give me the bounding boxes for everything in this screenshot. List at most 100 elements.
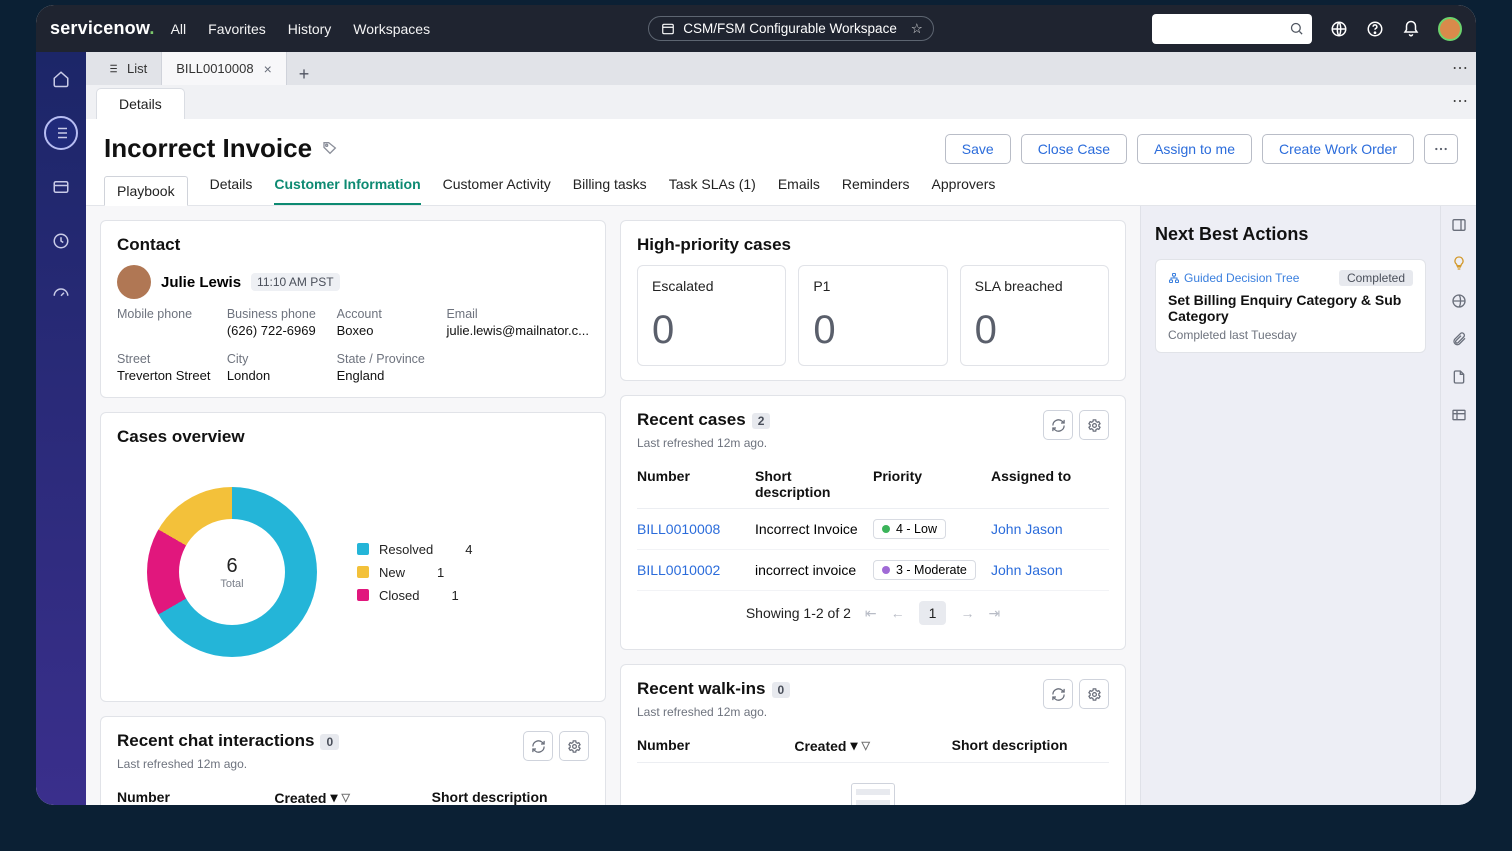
- help-icon[interactable]: [1366, 20, 1384, 38]
- filter-icon: ▽: [342, 791, 350, 804]
- chat-refreshed: Last refreshed 12m ago.: [117, 757, 589, 771]
- tab-task-slas[interactable]: Task SLAs (1): [669, 176, 756, 205]
- walkins-col-sd[interactable]: Short description: [952, 737, 1109, 754]
- scroll-area[interactable]: Contact Julie Lewis 11:10 AM PST Mobile …: [86, 206, 1140, 805]
- rail-panel-icon[interactable]: [1451, 216, 1467, 234]
- walkins-count-badge: 0: [772, 682, 791, 698]
- pager-next-icon[interactable]: →: [960, 605, 974, 621]
- walkins-title: Recent walk-ins0: [637, 679, 790, 699]
- val-state: England: [337, 368, 437, 383]
- rail-inbox-icon[interactable]: [44, 170, 78, 204]
- priority-badge: 3 - Moderate: [873, 560, 976, 580]
- rail-document-icon[interactable]: [1451, 368, 1467, 386]
- globe-icon[interactable]: [1330, 20, 1348, 38]
- legend-resolved: Resolved: [379, 542, 433, 557]
- tag-icon[interactable]: [322, 140, 338, 158]
- tab-record[interactable]: BILL0010008 ×: [162, 52, 287, 85]
- col-number[interactable]: Number: [637, 468, 755, 500]
- tab-customer-information[interactable]: Customer Information: [274, 176, 420, 205]
- rail-attachment-icon[interactable]: [1451, 330, 1467, 348]
- rail-bulb-icon[interactable]: [1451, 254, 1467, 272]
- col-priority[interactable]: Priority: [873, 468, 991, 500]
- close-case-button[interactable]: Close Case: [1021, 134, 1127, 164]
- chevron-down-icon: ▾: [850, 737, 857, 754]
- walkins-refresh-button[interactable]: [1043, 679, 1073, 709]
- tab-emails[interactable]: Emails: [778, 176, 820, 205]
- add-tab-button[interactable]: +: [287, 64, 322, 85]
- rail-home-icon[interactable]: [44, 62, 78, 96]
- nba-card-meta: Completed last Tuesday: [1168, 328, 1413, 342]
- contact-name: Julie Lewis: [161, 274, 241, 291]
- lbl-state: State / Province: [337, 352, 437, 366]
- walkins-empty: No records to display: [637, 763, 1109, 805]
- case-link[interactable]: BILL0010002: [637, 562, 755, 578]
- tab-reminders[interactable]: Reminders: [842, 176, 910, 205]
- tabs-overflow-icon[interactable]: ⋯: [1452, 58, 1468, 78]
- chat-refresh-button[interactable]: [523, 731, 553, 761]
- rail-list-icon[interactable]: [44, 116, 78, 150]
- create-work-order-button[interactable]: Create Work Order: [1262, 134, 1414, 164]
- rail-globe-icon[interactable]: [1451, 292, 1467, 310]
- case-link[interactable]: BILL0010008: [637, 521, 755, 537]
- tab-playbook[interactable]: Playbook: [104, 176, 188, 206]
- walkins-settings-button[interactable]: [1079, 679, 1109, 709]
- next-best-actions-panel: Next Best Actions Guided Decision Tree C…: [1140, 206, 1440, 805]
- nav-workspaces[interactable]: Workspaces: [353, 21, 430, 37]
- table-row[interactable]: BILL0010002 incorrect invoice 3 - Modera…: [637, 550, 1109, 591]
- lbl-account: Account: [337, 307, 437, 321]
- tab-customer-activity[interactable]: Customer Activity: [443, 176, 551, 205]
- legend-closed-val: 1: [451, 588, 458, 603]
- chat-col-created[interactable]: Created ▾ ▽: [274, 789, 431, 805]
- val-account: Boxeo: [337, 323, 437, 338]
- nba-card[interactable]: Guided Decision Tree Completed Set Billi…: [1155, 259, 1426, 353]
- recent-refresh-button[interactable]: [1043, 410, 1073, 440]
- donut-chart: 6 Total: [147, 487, 317, 657]
- nav-favorites[interactable]: Favorites: [208, 21, 266, 37]
- rail-gauge-icon[interactable]: [44, 278, 78, 312]
- subtab-details[interactable]: Details: [96, 88, 185, 119]
- tab-approvers[interactable]: Approvers: [932, 176, 996, 205]
- subtabs-overflow-icon[interactable]: ⋯: [1452, 91, 1468, 111]
- stat-p1: P10: [798, 265, 947, 366]
- global-search[interactable]: [1152, 14, 1312, 44]
- more-actions-button[interactable]: [1424, 134, 1458, 164]
- chat-settings-button[interactable]: [559, 731, 589, 761]
- pager-prev-icon[interactable]: ←: [891, 605, 905, 621]
- contact-card: Contact Julie Lewis 11:10 AM PST Mobile …: [100, 220, 606, 398]
- table-row[interactable]: BILL0010008 Incorrect Invoice 4 - Low Jo…: [637, 509, 1109, 550]
- star-icon[interactable]: ☆: [911, 21, 923, 37]
- chat-col-number[interactable]: Number: [117, 789, 274, 805]
- nav-history[interactable]: History: [288, 21, 332, 37]
- recent-count-badge: 2: [752, 413, 771, 429]
- title-bar: Incorrect Invoice Save Close Case Assign…: [86, 119, 1476, 164]
- user-avatar[interactable]: [1438, 17, 1462, 41]
- list-icon: [106, 62, 119, 75]
- workspace-pill[interactable]: CSM/FSM Configurable Workspace ☆: [648, 16, 934, 41]
- tab-list-label: List: [127, 61, 147, 76]
- tab-billing-tasks[interactable]: Billing tasks: [573, 176, 647, 205]
- recent-settings-button[interactable]: [1079, 410, 1109, 440]
- rail-clock-icon[interactable]: [44, 224, 78, 258]
- workspace-tabs: List BILL0010008 × + ⋯: [86, 52, 1476, 85]
- assign-to-me-button[interactable]: Assign to me: [1137, 134, 1252, 164]
- chat-title: Recent chat interactions0: [117, 731, 339, 751]
- assignee-link[interactable]: John Jason: [991, 562, 1109, 578]
- case-sd: incorrect invoice: [755, 562, 873, 578]
- walkins-col-created[interactable]: Created ▾ ▽: [794, 737, 951, 754]
- walkins-col-number[interactable]: Number: [637, 737, 794, 754]
- priority-badge: 4 - Low: [873, 519, 946, 539]
- col-assigned[interactable]: Assigned to: [991, 468, 1109, 500]
- pager-last-icon[interactable]: ⇥: [988, 605, 1000, 622]
- tab-list[interactable]: List: [92, 52, 162, 85]
- pager-first-icon[interactable]: ⇤: [865, 605, 877, 622]
- close-icon[interactable]: ×: [264, 61, 272, 77]
- save-button[interactable]: Save: [945, 134, 1011, 164]
- rail-grid-icon[interactable]: [1451, 406, 1467, 424]
- bell-icon[interactable]: [1402, 20, 1420, 38]
- assignee-link[interactable]: John Jason: [991, 521, 1109, 537]
- nav-all[interactable]: All: [171, 21, 187, 37]
- tab-details[interactable]: Details: [210, 176, 253, 205]
- chat-col-sd[interactable]: Short description: [432, 789, 589, 805]
- legend-closed: Closed: [379, 588, 419, 603]
- col-sd[interactable]: Short description: [755, 468, 873, 500]
